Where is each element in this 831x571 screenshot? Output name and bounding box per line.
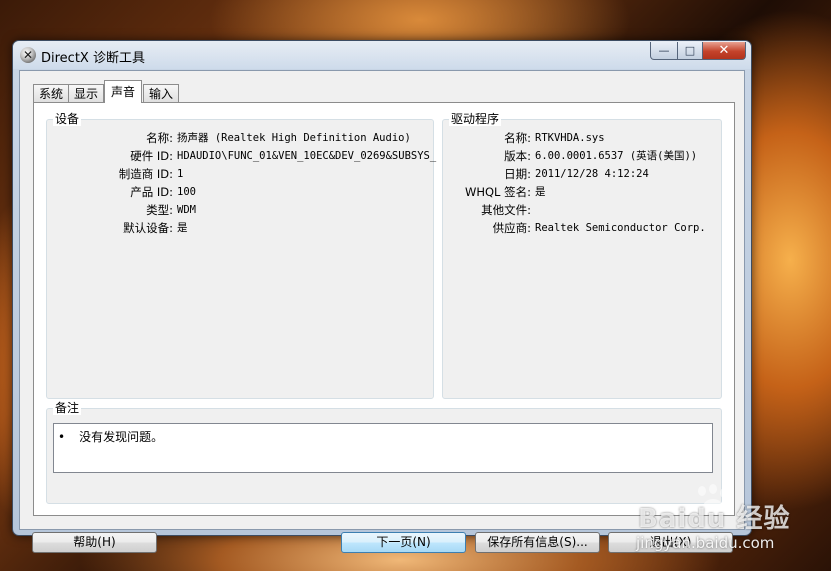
device-default-value: 是 <box>177 222 188 234</box>
driver-whql-label: WHQL 签名: <box>464 185 531 199</box>
tab-input[interactable]: 输入 <box>143 84 180 103</box>
notes-group: 备注 • 没有发现问题。 <box>46 401 722 504</box>
device-group-title: 设备 <box>53 112 82 126</box>
tab-strip: 系统 显示 声音 输入 <box>33 80 180 103</box>
device-product-id-value: 100 <box>177 186 196 198</box>
directx-icon: ✕ <box>20 47 36 63</box>
save-all-info-button[interactable]: 保存所有信息(S)... <box>475 532 600 553</box>
close-button[interactable]: ✕ <box>703 42 746 60</box>
driver-provider-label: 供应商: <box>492 221 531 235</box>
help-button[interactable]: 帮助(H) <box>32 532 157 553</box>
device-product-id-label: 产品 ID: <box>130 185 173 199</box>
driver-version-label: 版本: <box>504 149 531 163</box>
device-name-label: 名称: <box>146 131 173 145</box>
note-bullet: • <box>58 430 66 444</box>
device-default-label: 默认设备: <box>123 221 173 235</box>
sound-tab-panel: 设备 名称: 扬声器 (Realtek High Definition Audi… <box>33 102 735 516</box>
note-text: 没有发现问题。 <box>79 430 164 444</box>
tab-system[interactable]: 系统 <box>33 84 70 103</box>
driver-provider-value: Realtek Semiconductor Corp. <box>535 222 706 234</box>
device-type-label: 类型: <box>146 203 173 217</box>
driver-date-label: 日期: <box>504 167 531 181</box>
driver-version-value: 6.00.0001.6537 (英语(美国)) <box>535 150 698 162</box>
device-hardware-id-label: 硬件 ID: <box>130 149 173 163</box>
client-area: 系统 显示 声音 输入 设备 名称: 扬声器 (Realtek High Def… <box>19 70 745 553</box>
device-manufacturer-id-value: 1 <box>177 168 184 180</box>
driver-name-label: 名称: <box>504 131 531 145</box>
title-bar[interactable]: ✕ DirectX 诊断工具 — □ ✕ <box>13 41 751 69</box>
driver-other-files-label: 其他文件: <box>481 203 531 217</box>
driver-group-title: 驱动程序 <box>449 112 502 126</box>
driver-group: 驱动程序 名称: RTKVHDA.sys 版本: 6.00.0001.6537 … <box>442 112 722 399</box>
window-controls: — □ ✕ <box>650 42 746 60</box>
maximize-button[interactable]: □ <box>678 42 703 60</box>
driver-date-value: 2011/12/28 4:12:24 <box>535 168 649 180</box>
device-type-value: WDM <box>177 204 196 216</box>
tab-display[interactable]: 显示 <box>68 84 105 103</box>
notes-group-title: 备注 <box>53 401 82 415</box>
directx-window: ✕ DirectX 诊断工具 — □ ✕ 系统 显示 声音 输入 设备 名称: … <box>12 40 752 553</box>
window-title: DirectX 诊断工具 <box>41 51 145 66</box>
device-name-value: 扬声器 (Realtek High Definition Audio) <box>177 132 411 144</box>
next-page-button[interactable]: 下一页(N) <box>341 532 466 553</box>
note-item: • 没有发现问题。 <box>58 428 163 445</box>
driver-whql-value: 是 <box>535 186 546 198</box>
device-manufacturer-id-label: 制造商 ID: <box>118 167 173 181</box>
driver-name-value: RTKVHDA.sys <box>535 132 605 144</box>
tab-sound[interactable]: 声音 <box>104 80 143 103</box>
device-hardware-id-value: HDAUDIO\FUNC_01&VEN_10EC&DEV_0269&SUBSYS… <box>177 150 437 162</box>
notes-textbox[interactable]: • 没有发现问题。 <box>53 423 713 473</box>
minimize-button[interactable]: — <box>650 42 678 60</box>
device-group: 设备 名称: 扬声器 (Realtek High Definition Audi… <box>46 112 437 399</box>
exit-button[interactable]: 退出(X) <box>608 532 733 553</box>
